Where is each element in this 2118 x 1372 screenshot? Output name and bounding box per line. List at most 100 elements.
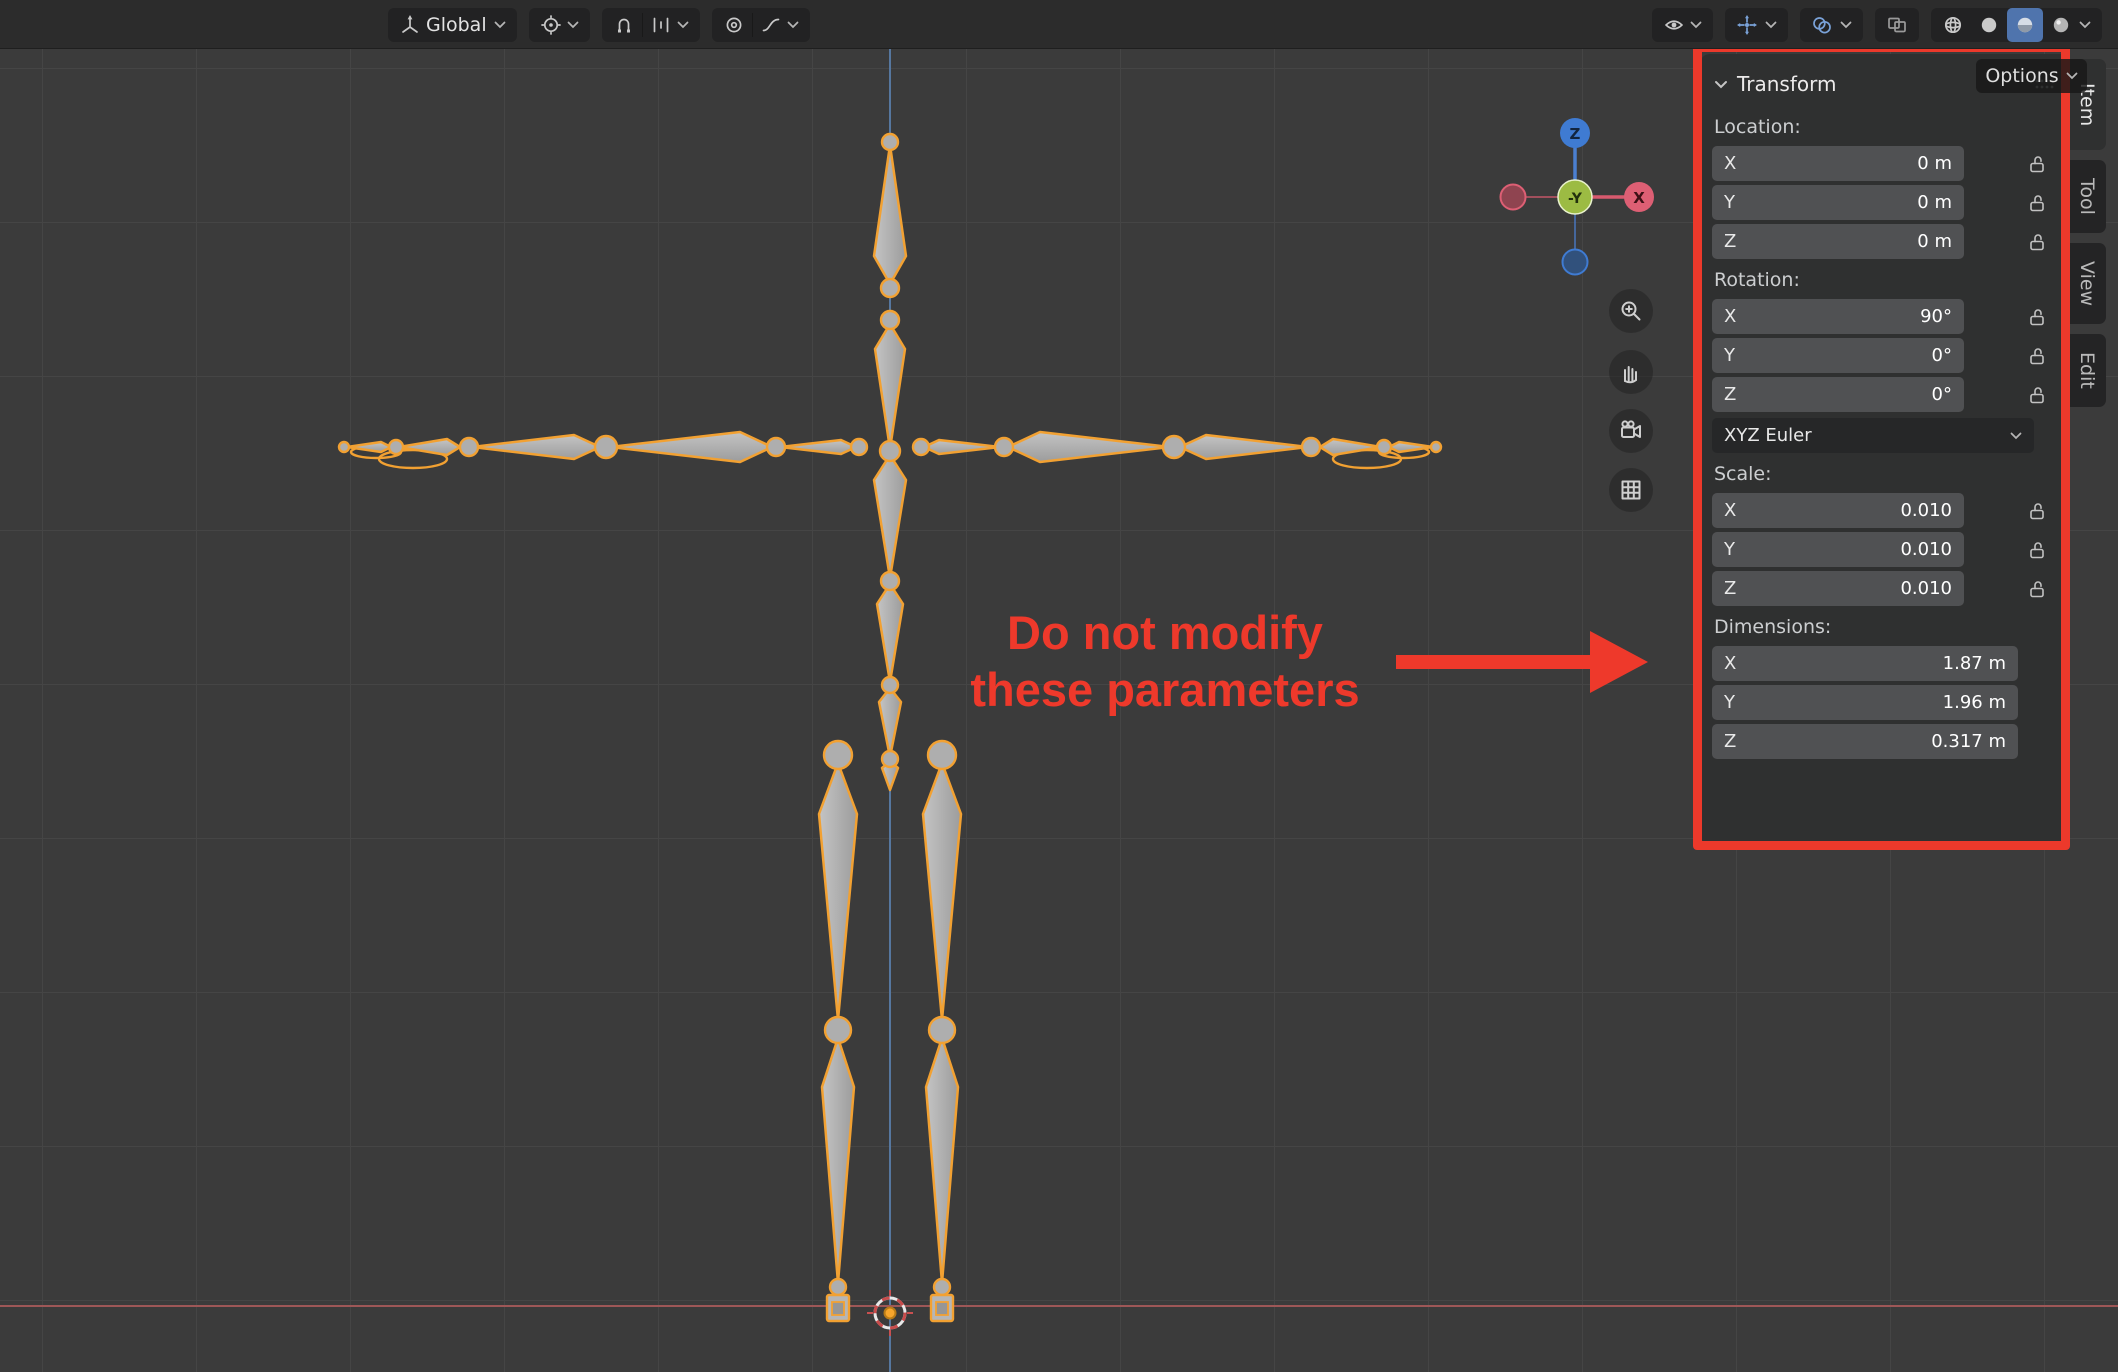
camera-view-button[interactable]	[1609, 409, 1653, 453]
rotation-x-field[interactable]: X 90°	[1712, 299, 1964, 334]
axis-x: X	[1724, 306, 1736, 327]
3d-cursor[interactable]	[867, 1290, 913, 1336]
gizmo-dropdown[interactable]	[1765, 8, 1784, 42]
snap-toggle[interactable]	[606, 8, 642, 42]
location-x-value: 0 m	[1917, 153, 1952, 174]
lock-rotation-y-button[interactable]	[2024, 346, 2050, 366]
overlays-icon	[1811, 14, 1833, 36]
orientation-label: Global	[426, 14, 489, 36]
unlock-icon	[2027, 154, 2047, 174]
camera-icon	[1618, 418, 1644, 444]
scale-x-field[interactable]: X 0.010	[1712, 493, 1964, 528]
ortho-grid-button[interactable]	[1609, 468, 1653, 512]
dimensions-y-field[interactable]: Y 1.96 m	[1712, 685, 2018, 720]
proportional-editing-toggle[interactable]	[716, 8, 752, 42]
rotation-y-field[interactable]: Y 0°	[1712, 338, 1964, 373]
unlock-icon	[2027, 346, 2047, 366]
falloff-dropdown[interactable]	[753, 8, 806, 42]
location-z-field[interactable]: Z 0 m	[1712, 224, 1964, 259]
lock-rotation-x-button[interactable]	[2024, 307, 2050, 327]
pivot-point-icon	[540, 14, 562, 36]
axis-y: Y	[1724, 692, 1735, 713]
lock-location-x-button[interactable]	[2024, 154, 2050, 174]
show-overlays-group	[1800, 8, 1863, 42]
shading-material-button[interactable]	[2007, 8, 2043, 42]
proportional-group	[712, 8, 810, 42]
chevron-down-icon	[2066, 72, 2078, 80]
xray-toggle[interactable]	[1875, 8, 1919, 42]
viewport-header: Global	[0, 0, 2118, 49]
scale-z-value: 0.010	[1900, 578, 1952, 599]
shading-rendered-button[interactable]	[2043, 8, 2079, 42]
rendered-sphere-icon	[2050, 14, 2072, 36]
shading-wireframe-button[interactable]	[1935, 8, 1971, 42]
chevron-down-icon	[787, 21, 799, 29]
options-label: Options	[1985, 65, 2058, 87]
pan-button[interactable]	[1609, 350, 1653, 394]
snap-target-dropdown[interactable]	[643, 8, 696, 42]
axis-neg-x-ball[interactable]	[1501, 185, 1526, 210]
navigation-gizmo[interactable]: Z X -Y	[1490, 107, 1670, 287]
options-button[interactable]: Options	[1976, 59, 2087, 93]
axis-x: X	[1724, 153, 1736, 174]
overlays-dropdown[interactable]	[1840, 8, 1859, 42]
unlock-icon	[2027, 540, 2047, 560]
lock-location-z-button[interactable]	[2024, 232, 2050, 252]
shading-dropdown[interactable]	[2079, 8, 2098, 42]
scale-y-value: 0.010	[1900, 539, 1952, 560]
location-y-field[interactable]: Y 0 m	[1712, 185, 1964, 220]
tab-tool[interactable]: Tool	[2068, 160, 2106, 233]
location-y-value: 0 m	[1917, 192, 1952, 213]
scale-z-field[interactable]: Z 0.010	[1712, 571, 1964, 606]
object-visibility-dropdown[interactable]	[1652, 8, 1713, 42]
lock-scale-x-button[interactable]	[2024, 501, 2050, 521]
dimensions-y-value: 1.96 m	[1943, 692, 2006, 713]
transform-orientation-dropdown[interactable]: Global	[388, 8, 517, 42]
panel-expand-chevron-icon	[1714, 80, 1728, 89]
panel-title: Transform	[1737, 72, 1836, 96]
unlock-icon	[2027, 193, 2047, 213]
dimensions-section-label: Dimensions:	[1714, 616, 2054, 638]
gizmo-icon	[1736, 14, 1758, 36]
magnet-icon	[613, 14, 635, 36]
lock-scale-z-button[interactable]	[2024, 579, 2050, 599]
lock-scale-y-button[interactable]	[2024, 540, 2050, 560]
chevron-down-icon	[494, 21, 506, 29]
location-x-field[interactable]: X 0 m	[1712, 146, 1964, 181]
axis-y: Y	[1724, 539, 1735, 560]
pivot-point-dropdown[interactable]	[529, 8, 590, 42]
tab-edit[interactable]: Edit	[2068, 334, 2106, 407]
show-gizmo-toggle[interactable]	[1729, 8, 1765, 42]
scale-y-field[interactable]: Y 0.010	[1712, 532, 1964, 567]
rotation-mode-dropdown[interactable]: XYZ Euler	[1712, 418, 2034, 453]
axis-neg-z-ball[interactable]	[1563, 250, 1588, 275]
chevron-down-icon	[2079, 21, 2091, 29]
axis-y: Y	[1724, 345, 1735, 366]
scale-x-value: 0.010	[1900, 500, 1952, 521]
unlock-icon	[2027, 385, 2047, 405]
annotation-arrow-head	[1590, 631, 1648, 693]
dimensions-z-field[interactable]: Z 0.317 m	[1712, 724, 2018, 759]
chevron-down-icon	[1765, 21, 1777, 29]
falloff-curve-icon	[760, 14, 782, 36]
axis-z: Z	[1724, 231, 1736, 252]
dimensions-x-field[interactable]: X 1.87 m	[1712, 646, 2018, 681]
snap-group	[602, 8, 700, 42]
lock-rotation-z-button[interactable]	[2024, 385, 2050, 405]
rotation-z-value: 0°	[1932, 384, 1952, 405]
chevron-down-icon	[567, 21, 579, 29]
chevron-down-icon	[1690, 21, 1702, 29]
tab-view[interactable]: View	[2068, 243, 2106, 324]
axis-x: X	[1724, 500, 1736, 521]
zoom-button[interactable]	[1609, 289, 1653, 333]
lock-location-y-button[interactable]	[2024, 193, 2050, 213]
snap-increment-icon	[650, 14, 672, 36]
sidebar-tabstrip: Item Tool View Edit	[2068, 59, 2110, 407]
shading-solid-button[interactable]	[1971, 8, 2007, 42]
eye-icon	[1663, 14, 1685, 36]
show-overlays-toggle[interactable]	[1804, 8, 1840, 42]
grid-icon	[1618, 477, 1644, 503]
axis-z-label: Z	[1570, 125, 1581, 143]
annotation-arrow	[1396, 655, 1594, 669]
rotation-z-field[interactable]: Z 0°	[1712, 377, 1964, 412]
